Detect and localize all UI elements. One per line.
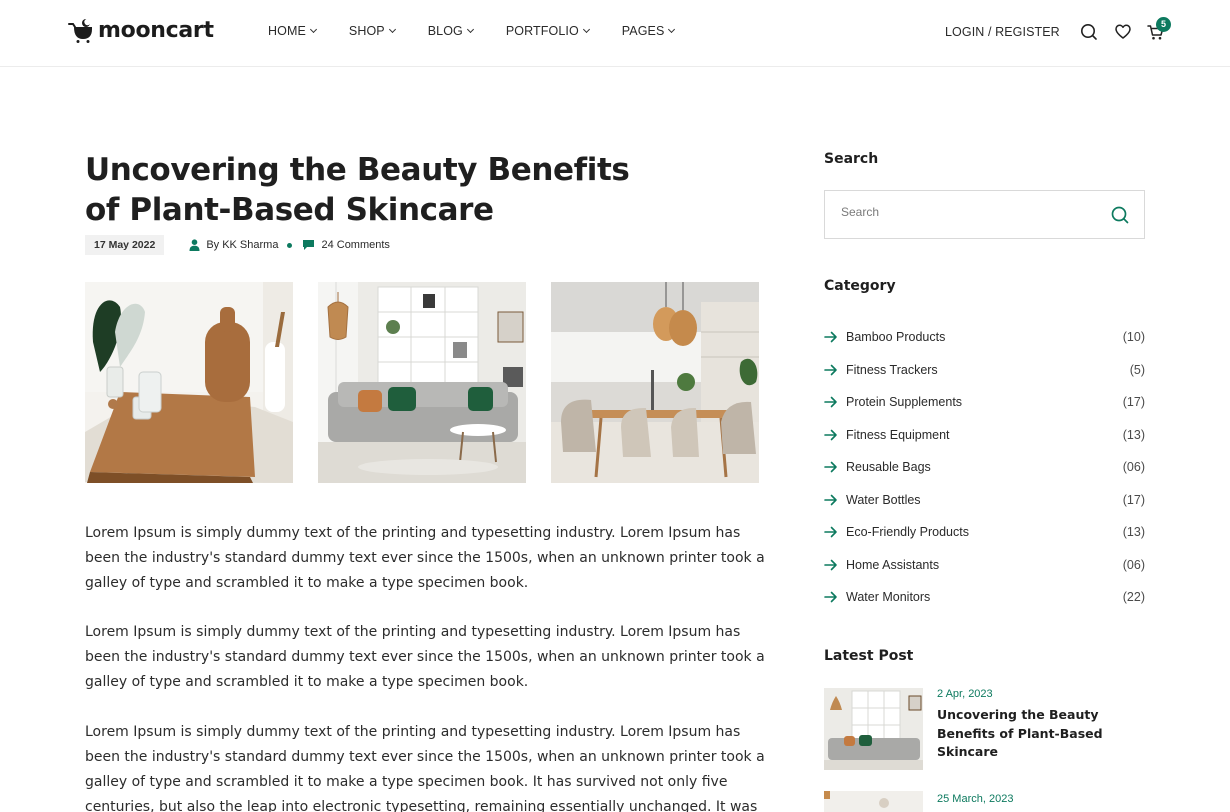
nav-portfolio[interactable]: PORTFOLIO xyxy=(505,24,590,38)
chevron-down-icon xyxy=(309,25,317,34)
nav-pages-label: PAGES xyxy=(621,24,665,38)
author-name: By KK Sharma xyxy=(206,239,279,251)
kitchen-board-image[interactable] xyxy=(85,282,293,483)
category-item[interactable]: Home Assistants (06) xyxy=(824,549,1145,582)
category-item[interactable]: Reusable Bags (06) xyxy=(824,451,1145,484)
search-icon[interactable] xyxy=(1110,205,1130,225)
category-name: Eco-Friendly Products xyxy=(846,525,969,540)
arrow-right-icon xyxy=(824,559,837,571)
nav-shop[interactable]: SHOP xyxy=(348,24,396,38)
nav-pages[interactable]: PAGES xyxy=(621,24,676,38)
nav-blog-label: BLOG xyxy=(427,24,463,38)
logo[interactable]: mooncart xyxy=(67,17,214,43)
nav-blog[interactable]: BLOG xyxy=(427,24,474,38)
category-name: Protein Supplements xyxy=(846,395,963,410)
login-register-link[interactable]: LOGIN / REGISTER xyxy=(945,25,1060,39)
category-item[interactable]: Eco-Friendly Products (13) xyxy=(824,516,1145,549)
category-count: (13) xyxy=(1122,427,1145,442)
post-thumbnail[interactable] xyxy=(824,688,923,770)
arrow-right-icon xyxy=(824,461,837,473)
category-name: Fitness Equipment xyxy=(846,427,950,442)
category-count: (10) xyxy=(1122,330,1145,345)
comments-count: 24 Comments xyxy=(321,239,390,251)
logo-text: mooncart xyxy=(98,17,214,43)
category-name: Water Monitors xyxy=(846,590,931,605)
category-count: (06) xyxy=(1122,460,1145,475)
search-input[interactable] xyxy=(841,205,1101,219)
article-title: Uncovering the Beauty Benefits of Plant-… xyxy=(85,152,630,228)
post-date: 25 March, 2023 xyxy=(937,793,1014,805)
site-header: mooncart HOME SHOP BLOG PORTFOLIO PAGES … xyxy=(0,0,1230,67)
arrow-right-icon xyxy=(824,396,837,408)
chevron-down-icon xyxy=(388,25,396,34)
category-item[interactable]: Fitness Equipment (13) xyxy=(824,419,1145,452)
search-icon[interactable] xyxy=(1079,22,1099,42)
category-list: Bamboo Products (10) Fitness Trackers (5… xyxy=(824,321,1145,614)
main-nav: HOME SHOP BLOG PORTFOLIO PAGES xyxy=(268,24,707,38)
article-date: 17 May 2022 xyxy=(85,235,165,255)
category-count: (06) xyxy=(1122,557,1145,572)
category-item[interactable]: Water Bottles (17) xyxy=(824,484,1145,517)
arrow-right-icon xyxy=(824,591,837,603)
category-name: Water Bottles xyxy=(846,492,921,507)
article-paragraph-3: Lorem Ipsum is simply dummy text of the … xyxy=(85,724,765,812)
nav-portfolio-label: PORTFOLIO xyxy=(505,24,579,38)
category-name: Home Assistants xyxy=(846,557,940,572)
chevron-down-icon xyxy=(582,25,590,34)
category-count: (5) xyxy=(1129,362,1145,377)
comment-icon xyxy=(303,240,315,250)
arrow-right-icon xyxy=(824,429,837,441)
article-paragraph-2: Lorem Ipsum is simply dummy text of the … xyxy=(85,624,765,690)
arrow-right-icon xyxy=(824,364,837,376)
article-paragraph-1: Lorem Ipsum is simply dummy text of the … xyxy=(85,525,765,591)
search-heading: Search xyxy=(824,151,879,167)
arrow-right-icon xyxy=(824,526,837,538)
nav-home-label: HOME xyxy=(268,24,306,38)
post-date: 2 Apr, 2023 xyxy=(937,688,993,700)
separator-dot xyxy=(287,242,293,248)
category-count: (17) xyxy=(1122,492,1145,507)
user-icon xyxy=(189,239,200,251)
logo-icon xyxy=(68,18,92,43)
nav-home[interactable]: HOME xyxy=(268,24,317,38)
latest-post-item[interactable]: 2 Apr, 2023 Uncovering the Beauty Benefi… xyxy=(824,688,1145,770)
arrow-right-icon xyxy=(824,494,837,506)
post-thumbnail[interactable] xyxy=(824,791,923,812)
category-name: Bamboo Products xyxy=(846,330,946,345)
post-title[interactable]: Uncovering the Beauty Benefits of Plant-… xyxy=(937,706,1107,762)
category-name: Reusable Bags xyxy=(846,460,931,475)
cart-count-badge: 5 xyxy=(1156,17,1171,32)
article-comments[interactable]: 24 Comments xyxy=(302,239,390,251)
category-count: (17) xyxy=(1122,395,1145,410)
category-heading: Category xyxy=(824,278,896,294)
arrow-right-icon xyxy=(824,331,837,343)
category-count: (13) xyxy=(1122,525,1145,540)
living-room-image[interactable] xyxy=(318,282,526,483)
latest-post-item[interactable]: 25 March, 2023 xyxy=(824,791,1145,812)
category-count: (22) xyxy=(1122,590,1145,605)
category-item[interactable]: Protein Supplements (17) xyxy=(824,386,1145,419)
sidebar-search xyxy=(824,190,1145,239)
category-item[interactable]: Bamboo Products (10) xyxy=(824,321,1145,354)
heart-icon[interactable] xyxy=(1113,22,1133,42)
chevron-down-icon xyxy=(466,25,474,34)
nav-shop-label: SHOP xyxy=(348,24,385,38)
category-name: Fitness Trackers xyxy=(846,362,938,377)
category-item[interactable]: Fitness Trackers (5) xyxy=(824,354,1145,387)
article-meta: 17 May 2022 By KK Sharma 24 Comments xyxy=(85,235,390,255)
latest-post-heading: Latest Post xyxy=(824,648,914,664)
category-item[interactable]: Water Monitors (22) xyxy=(824,581,1145,614)
dining-room-image[interactable] xyxy=(551,282,759,483)
article-author[interactable]: By KK Sharma xyxy=(189,239,278,251)
chevron-down-icon xyxy=(668,25,676,34)
